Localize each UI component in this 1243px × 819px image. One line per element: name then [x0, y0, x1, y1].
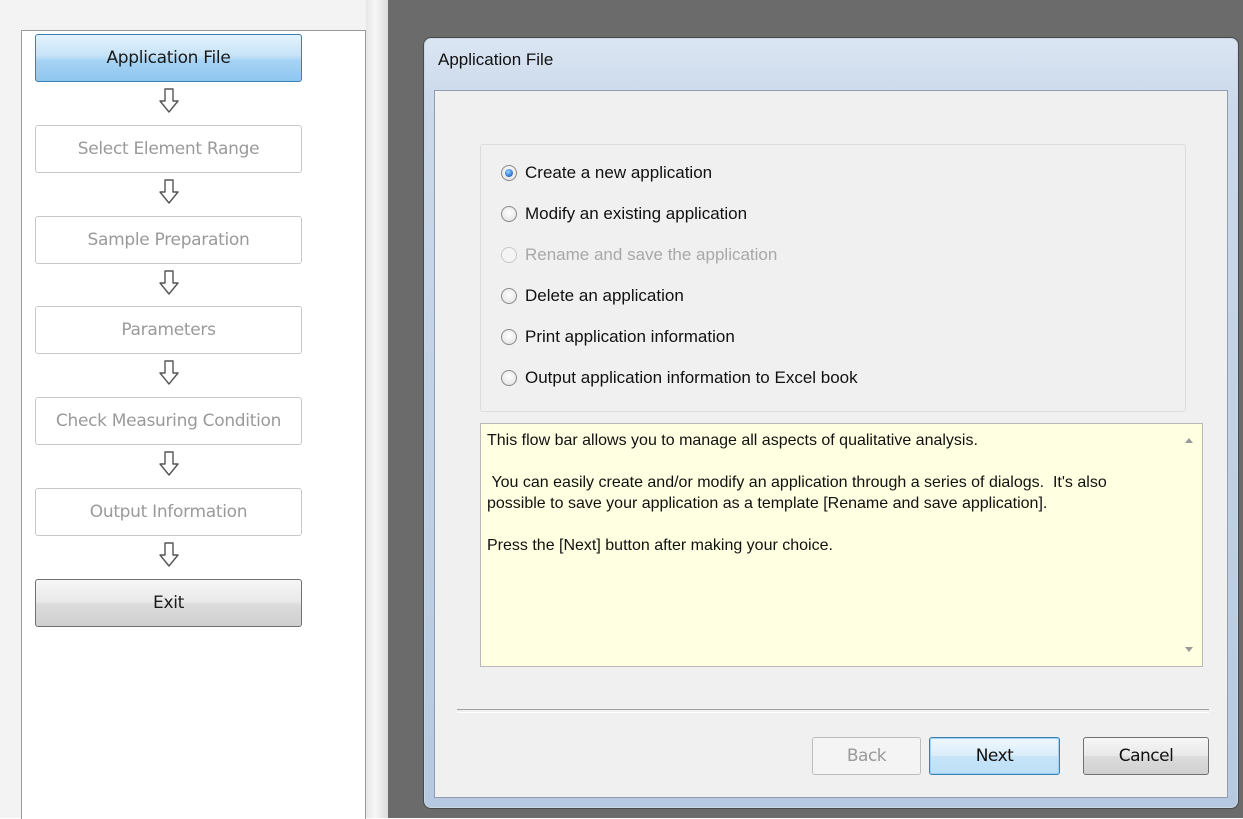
option-label: Delete an application [525, 286, 684, 305]
radio-icon[interactable] [501, 288, 517, 304]
down-arrow-icon [159, 451, 179, 476]
step-sample-preparation[interactable]: Sample Preparation [35, 216, 302, 264]
option-output-excel[interactable]: Output application information to Excel … [501, 366, 858, 390]
vertical-scrollbar[interactable] [1180, 424, 1202, 666]
next-button[interactable]: Next [929, 737, 1060, 775]
step-check-measuring-condition[interactable]: Check Measuring Condition [35, 397, 302, 445]
dialog-client-area: Create a new application Modify an exist… [434, 90, 1228, 798]
option-rename-save: Rename and save the application [501, 243, 777, 267]
down-arrow-icon [159, 270, 179, 295]
step-parameters[interactable]: Parameters [35, 306, 302, 354]
step-select-element-range[interactable]: Select Element Range [35, 125, 302, 173]
flow-bar: Application File Select Element Range Sa… [0, 0, 388, 819]
option-delete[interactable]: Delete an application [501, 284, 684, 308]
separator [457, 709, 1209, 713]
option-create-new[interactable]: Create a new application [501, 161, 712, 185]
down-arrow-icon [159, 542, 179, 567]
info-textbox[interactable]: This flow bar allows you to manage all a… [480, 423, 1203, 667]
scroll-up-icon[interactable] [1185, 438, 1193, 443]
option-print-info[interactable]: Print application information [501, 325, 735, 349]
down-arrow-icon [159, 360, 179, 385]
options-group: Create a new application Modify an exist… [480, 144, 1186, 412]
splitter[interactable] [366, 0, 388, 818]
down-arrow-icon [159, 88, 179, 113]
down-arrow-icon [159, 179, 179, 204]
option-label: Modify an existing application [525, 204, 748, 223]
cancel-button[interactable]: Cancel [1083, 737, 1209, 775]
exit-button[interactable]: Exit [35, 579, 302, 627]
option-modify-existing[interactable]: Modify an existing application [501, 202, 747, 226]
info-text: This flow bar allows you to manage all a… [487, 432, 1107, 554]
radio-icon [501, 247, 517, 263]
radio-icon[interactable] [501, 370, 517, 386]
option-label: Output application information to Excel … [525, 368, 858, 387]
back-button: Back [812, 737, 921, 775]
step-application-file[interactable]: Application File [35, 34, 302, 82]
step-output-information[interactable]: Output Information [35, 488, 302, 536]
application-file-dialog: Application File Create a new applicatio… [423, 37, 1239, 809]
radio-icon[interactable] [501, 206, 517, 222]
option-label: Rename and save the application [525, 245, 778, 264]
radio-selected-icon[interactable] [501, 165, 517, 181]
radio-icon[interactable] [501, 329, 517, 345]
dialog-title: Application File [438, 50, 554, 69]
option-label: Print application information [525, 327, 735, 346]
scroll-down-icon[interactable] [1185, 647, 1193, 652]
option-label: Create a new application [525, 163, 713, 182]
